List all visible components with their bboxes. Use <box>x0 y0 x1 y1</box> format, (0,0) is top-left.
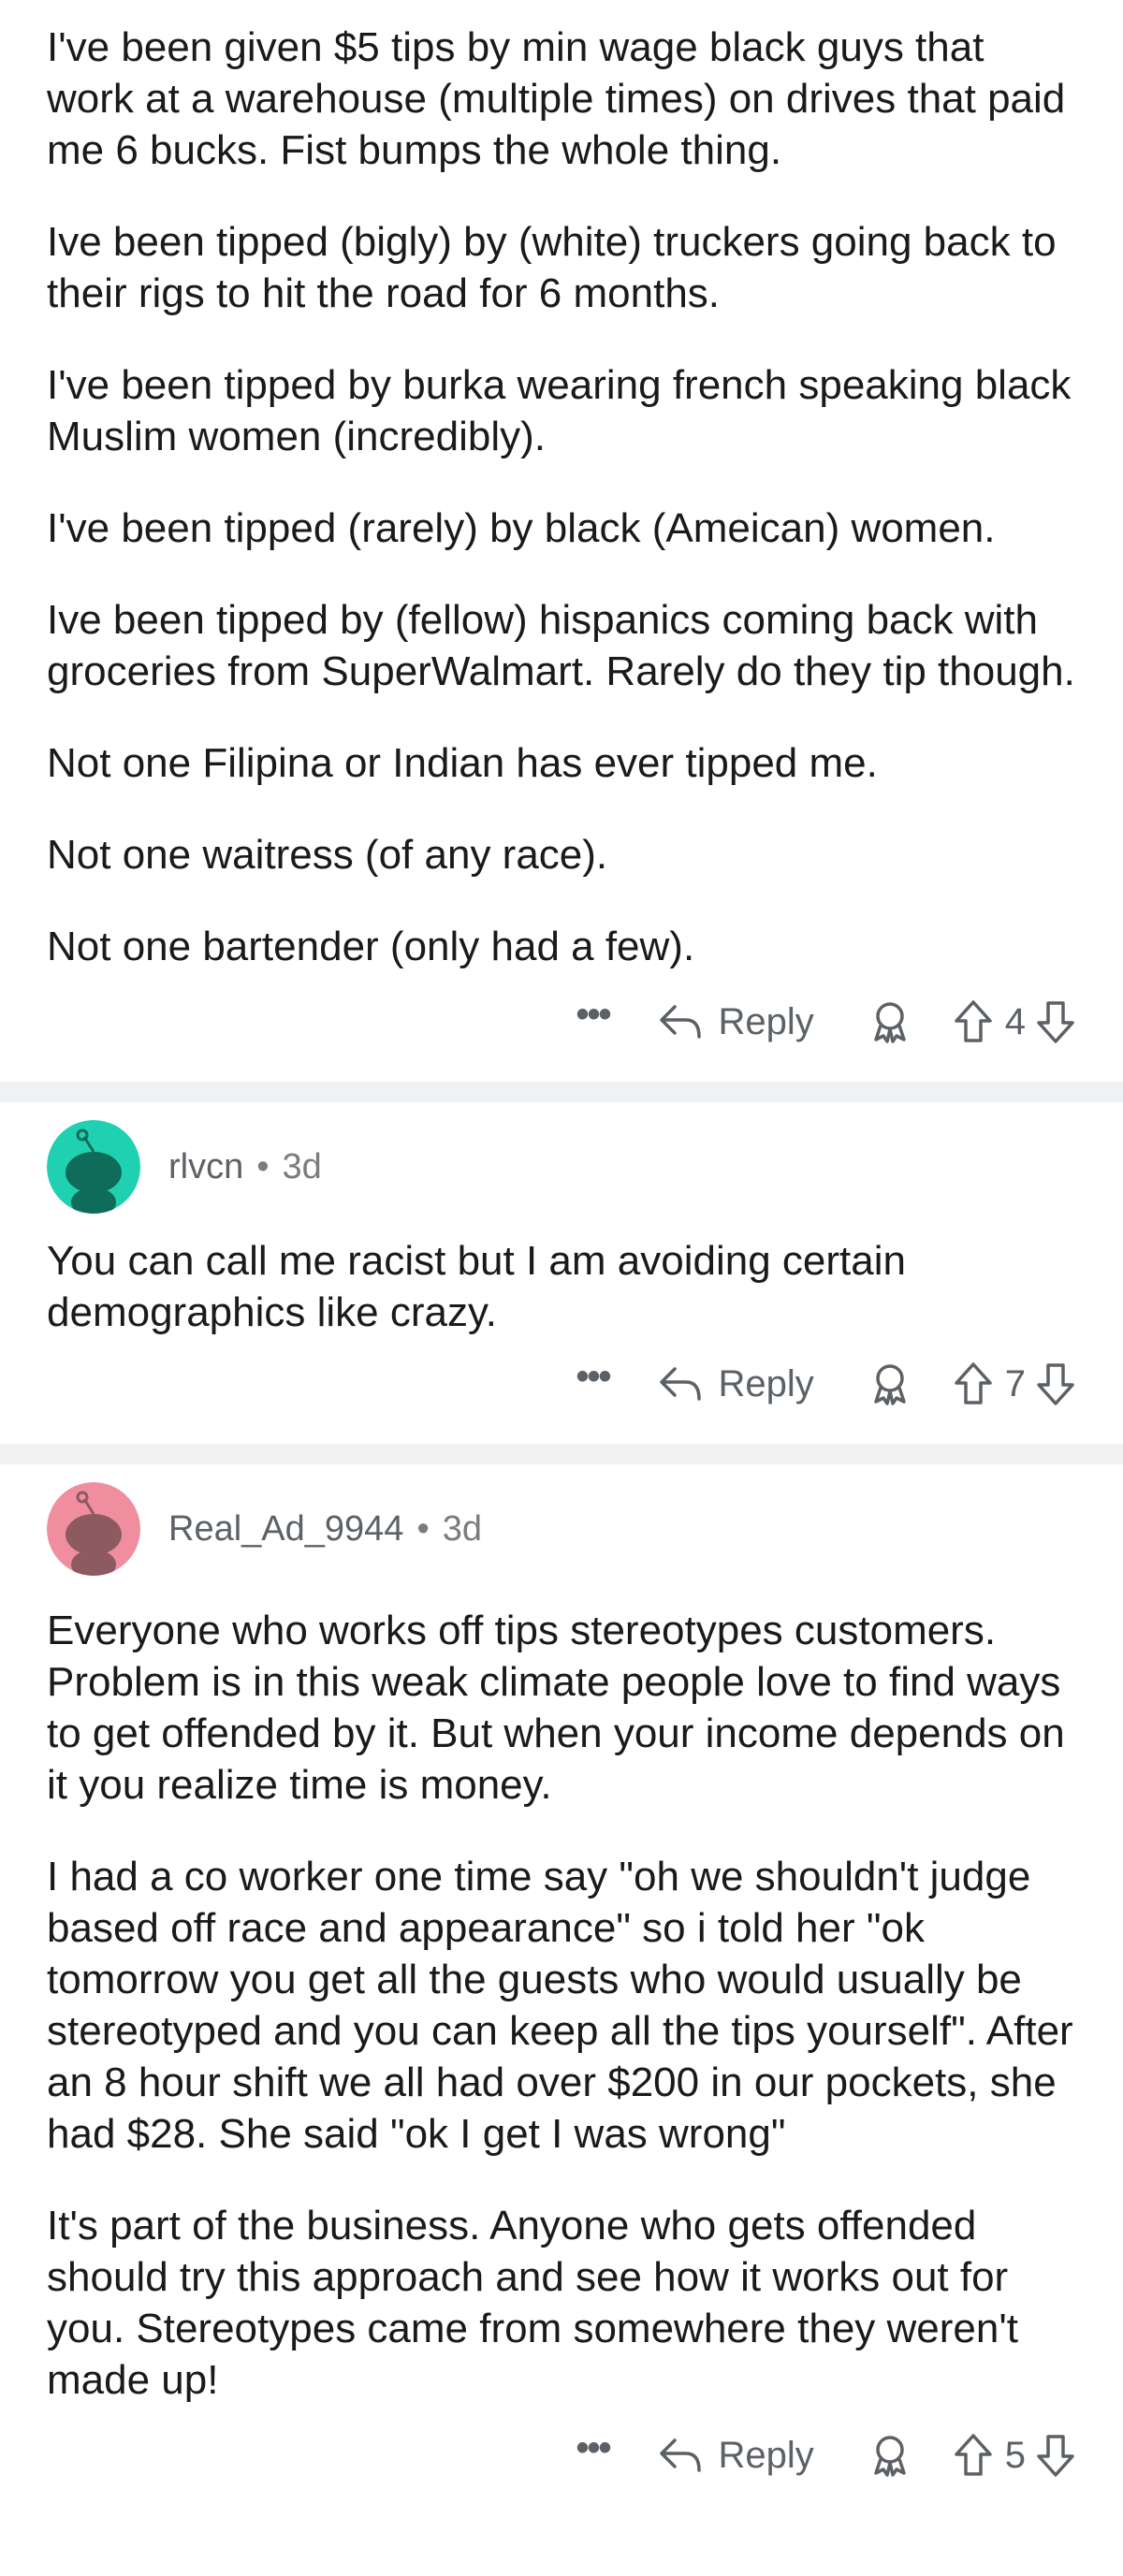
comment-paragraph: Not one Filipina or Indian has ever tipp… <box>47 740 878 786</box>
reply-label: Reply <box>718 1362 814 1404</box>
reply-label: Reply <box>718 2434 814 2476</box>
avatar[interactable] <box>47 1482 140 1576</box>
comment-actions: ••• Reply 5 <box>47 2419 1076 2492</box>
meta-separator: • <box>256 1146 270 1186</box>
vote-count: 7 <box>1004 1362 1026 1404</box>
comment-body: Everyone who works off tips stereotypes … <box>47 1605 1076 2406</box>
comment-header: rlvcn • 3d <box>47 1115 1076 1218</box>
award-button[interactable] <box>868 1000 912 1043</box>
comment-paragraph: Ive been tipped by (fellow) hispanics co… <box>47 597 1075 694</box>
upvote-icon[interactable] <box>953 1361 994 1406</box>
username[interactable]: Real_Ad_9944 <box>168 1509 403 1550</box>
comment-body: I've been given $5 tips by min wage blac… <box>47 22 1076 972</box>
more-icon[interactable]: ••• <box>576 996 611 1033</box>
comment-paragraph: Ive been tipped (bigly) by (white) truck… <box>47 219 1057 316</box>
comment-paragraph: Not one waitress (of any race). <box>47 832 608 878</box>
reply-button[interactable]: Reply <box>658 1362 814 1405</box>
avatar[interactable] <box>47 1120 140 1214</box>
award-icon <box>874 2436 906 2477</box>
vote-count: 5 <box>1004 2434 1026 2476</box>
downvote-icon[interactable] <box>1035 999 1076 1044</box>
reply-arrow-icon <box>660 2438 702 2472</box>
comment-paragraph: I've been tipped (rarely) by black (Amei… <box>47 505 996 551</box>
reply-label: Reply <box>718 1000 814 1042</box>
downvote-icon[interactable] <box>1035 1361 1076 1406</box>
comment-paragraph: I had a co worker one time say "oh we sh… <box>47 1854 1073 2157</box>
award-icon <box>874 1002 906 1043</box>
upvote-icon[interactable] <box>953 2433 994 2478</box>
upvote-icon[interactable] <box>953 999 994 1044</box>
downvote-icon[interactable] <box>1035 2433 1076 2478</box>
vote-control: 4 <box>953 999 1076 1044</box>
comment-2: rlvcn • 3d You can call me racist but I … <box>0 1102 1123 1420</box>
comment-paragraph: Not one bartender (only had a few). <box>47 924 695 969</box>
reply-button[interactable]: Reply <box>658 1000 814 1043</box>
comment-actions: ••• Reply 7 <box>47 1347 1076 1420</box>
comment-actions: ••• Reply 4 <box>47 985 1076 1058</box>
vote-control: 7 <box>953 1361 1076 1406</box>
reply-arrow-icon <box>660 1367 702 1401</box>
more-icon[interactable]: ••• <box>576 1358 611 1395</box>
comment-divider <box>0 1444 1123 1464</box>
reply-button[interactable]: Reply <box>658 2434 814 2477</box>
comment-body: You can call me racist but I am avoiding… <box>47 1235 1076 1338</box>
comment-3: Real_Ad_9944 • 3d Everyone who works off… <box>0 1464 1123 2492</box>
username[interactable]: rlvcn <box>168 1147 243 1187</box>
comment-divider <box>0 1082 1123 1102</box>
comment-age: 3d <box>442 1508 483 1549</box>
snoo-avatar-icon <box>47 1482 140 1576</box>
comment-paragraph: Everyone who works off tips stereotypes … <box>47 1608 1065 1808</box>
comment-paragraph: You can call me racist but I am avoiding… <box>47 1238 906 1335</box>
award-icon <box>874 1364 906 1405</box>
comment-paragraph: It's part of the business. Anyone who ge… <box>47 2203 1018 2403</box>
award-button[interactable] <box>868 1362 912 1405</box>
comment-paragraph: I've been tipped by burka wearing french… <box>47 362 1072 459</box>
comment-1: I've been given $5 tips by min wage blac… <box>0 0 1123 1058</box>
reply-arrow-icon <box>660 1005 702 1039</box>
comment-header: Real_Ad_9944 • 3d <box>47 1477 1076 1580</box>
comment-paragraph: I've been given $5 tips by min wage blac… <box>47 24 1066 173</box>
comment-age: 3d <box>282 1146 322 1186</box>
more-icon[interactable]: ••• <box>576 2429 611 2467</box>
vote-control: 5 <box>953 2433 1076 2478</box>
snoo-avatar-icon <box>47 1120 140 1214</box>
award-button[interactable] <box>868 2434 912 2477</box>
meta-separator: • <box>416 1508 430 1549</box>
vote-count: 4 <box>1004 1000 1026 1042</box>
